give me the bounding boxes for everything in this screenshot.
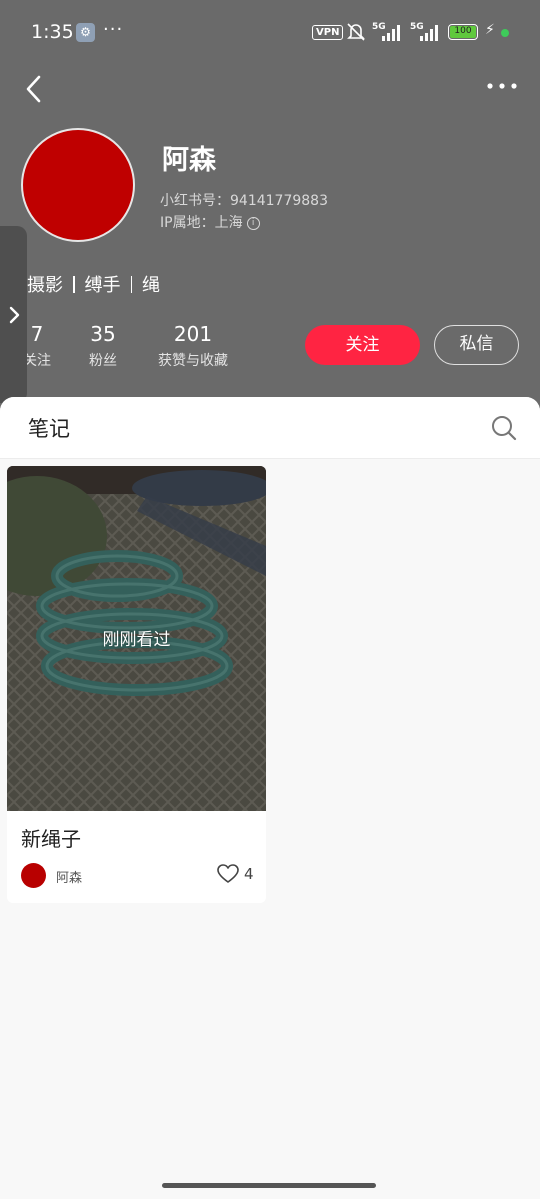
stat-label: 获赞与收藏 — [158, 353, 228, 369]
status-more-dots: ··· — [103, 19, 124, 40]
bio-tags: 摄影 缚手绳 — [27, 271, 160, 297]
bio-tag: 缚手 — [84, 275, 121, 296]
stat-likes-collects[interactable]: 201 获赞与收藏 — [150, 322, 236, 370]
profile-avatar[interactable] — [21, 128, 135, 242]
tag-divider — [73, 276, 75, 293]
like-count: 4 — [244, 865, 254, 883]
side-drawer-tab[interactable] — [0, 226, 27, 403]
bio-tag: 摄影 — [27, 275, 63, 296]
author-name: 阿森 — [56, 871, 83, 886]
stat-value: 201 — [173, 322, 213, 346]
bio-tag: 绳 — [142, 275, 160, 296]
signal-icon-2 — [420, 25, 438, 41]
tab-notes[interactable]: 笔记 — [28, 413, 70, 443]
notes-tab-bar: 笔记 — [0, 397, 540, 459]
note-card[interactable]: 刚刚看过 新绳子 阿森 4 — [7, 466, 266, 903]
stat-value: 35 — [90, 322, 116, 346]
chevron-right-icon — [9, 306, 20, 324]
ip-location-text: IP属地：上海 — [160, 215, 243, 231]
home-indicator[interactable] — [162, 1183, 376, 1188]
battery-level: 100 — [450, 26, 476, 38]
profile-id: 小红书号：94141779883 — [160, 193, 328, 209]
status-bar: 1:35 ⚙ ··· VPN 5G 5G 100 ⚡ — [0, 0, 540, 66]
note-title: 新绳子 — [21, 827, 81, 851]
stat-label: 粉丝 — [89, 353, 117, 369]
note-cover-image[interactable]: 刚刚看过 — [7, 466, 266, 811]
search-icon[interactable] — [490, 414, 518, 442]
mute-bell-icon — [347, 23, 365, 41]
stat-followers[interactable]: 35 粉丝 — [84, 322, 122, 370]
follow-button[interactable]: 关注 — [305, 325, 420, 365]
status-dot — [501, 29, 509, 37]
back-icon[interactable] — [22, 72, 54, 106]
status-time: 1:35 — [31, 21, 74, 43]
author-avatar — [21, 863, 46, 888]
heart-icon[interactable] — [217, 864, 239, 884]
info-icon[interactable]: i — [246, 216, 260, 230]
message-button[interactable]: 私信 — [434, 325, 519, 365]
recently-viewed-label: 刚刚看过 — [102, 630, 171, 650]
profile-name: 阿森 — [162, 145, 216, 176]
wrench-icon: ⚙ — [76, 23, 95, 42]
tag-divider — [130, 276, 132, 293]
vpn-badge: VPN — [312, 25, 344, 40]
signal-icon — [382, 25, 400, 41]
battery-icon: 100 — [448, 24, 478, 40]
notes-panel: 笔记 刚刚看过 新绳子 阿森 4 — [0, 397, 540, 1199]
ip-location: IP属地：上海 i — [160, 212, 260, 232]
more-icon[interactable] — [486, 76, 518, 96]
charging-icon: ⚡ — [485, 22, 495, 38]
